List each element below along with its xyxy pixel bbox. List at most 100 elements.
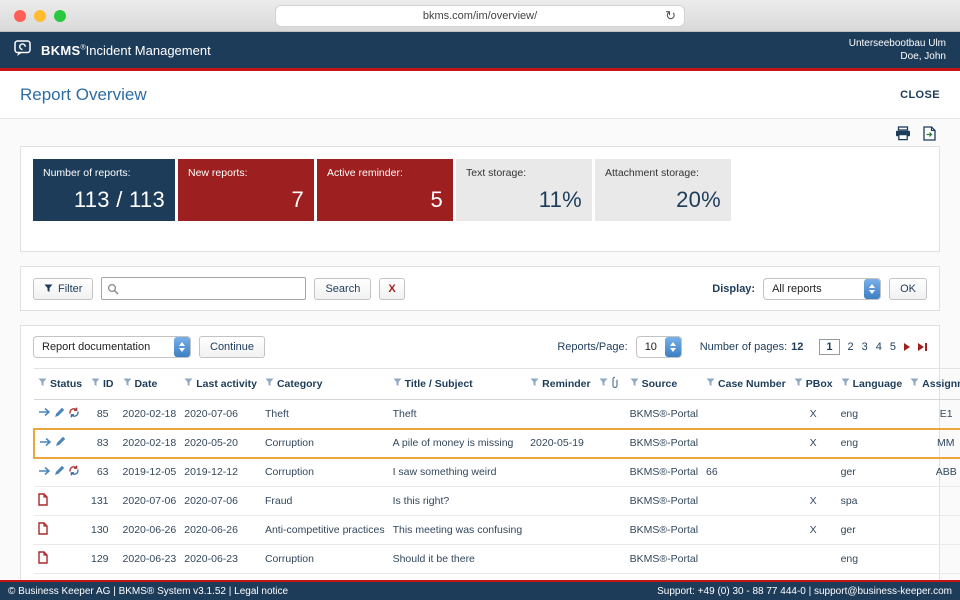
language-cell: ger [836,457,907,487]
column-header-id[interactable]: ID [87,368,119,400]
last_activity-cell: 2020-06-23 [180,544,261,574]
page-button-5[interactable]: 5 [890,341,896,353]
case_number-cell: 66 [702,457,790,487]
stat-value: 20% [676,187,721,212]
page-button-4[interactable]: 4 [876,341,882,353]
funnel-icon [630,378,639,390]
traffic-lights [14,10,66,22]
pencil-icon [55,436,66,450]
column-header-date[interactable]: Date [118,368,181,400]
brand: BKMS®Incident Management [14,40,211,60]
ok-button[interactable]: OK [889,277,927,300]
category-cell: Corruption [260,457,389,487]
funnel-icon [910,378,919,390]
reload-icon[interactable]: ↻ [665,8,676,24]
bkms-logo-icon [14,40,33,60]
date-cell: 2019-12-05 [118,457,181,487]
column-header-category[interactable]: Category [260,368,389,400]
app-header: BKMS®Incident Management Unterseebootbau… [0,32,960,68]
last_activity-cell: 2020-05-20 [180,427,261,459]
case_number-cell [702,427,790,459]
close-button[interactable]: CLOSE [900,89,940,101]
display-select[interactable]: All reports [763,277,882,300]
column-header-pbox[interactable]: PBox [789,368,837,400]
column-label-case_number: Case Number [718,378,786,391]
search-input[interactable] [101,277,307,300]
pbox-cell: X [789,515,837,545]
pbox-cell: X [789,427,837,459]
new-report-icon [38,493,48,509]
date-cell: 2020-02-18 [118,427,181,459]
stat-label: New reports: [188,167,248,179]
column-header-source[interactable]: Source [625,368,703,400]
filter-panel: Filter Search X Display: All reports OK [20,266,940,311]
source-cell: BKMS®-Portal [625,544,703,574]
id-cell: 131 [87,486,119,516]
column-header-title[interactable]: Title / Subject [388,368,527,400]
continue-button[interactable]: Continue [199,336,266,358]
browser-chrome: bkms.com/im/overview/ ↻ [0,0,960,32]
date-cell: 2020-02-18 [118,399,181,429]
filter-button-label: Filter [58,282,83,295]
brand-name: BKMS [41,42,81,58]
page-button-2[interactable]: 2 [848,341,854,353]
report-row-130[interactable]: 130 2020-06-26 2020-06-26 Anti-competitive … [34,515,960,545]
next-page-icon[interactable] [904,343,910,351]
per-page-select[interactable]: 10 [635,336,682,358]
id-cell: 129 [87,544,119,574]
report-row-131[interactable]: 131 2020-07-06 2020-07-06 Fraud Is this righ… [34,486,960,516]
display-group: Display: All reports OK [712,277,927,300]
assignment-cell [906,544,960,574]
column-header-case_number[interactable]: Case Number [702,368,790,400]
stats-panel: Number of reports: 113 / 113 New reports… [20,146,940,252]
last_activity-cell: 2020-06-26 [180,515,261,545]
window-minimize-button[interactable] [34,10,46,22]
footer-left-text[interactable]: © Business Keeper AG | BKMS® System v3.1… [8,586,288,597]
page-button-1[interactable]: 1 [819,339,840,355]
status-cell [34,515,87,545]
stat-card-attachment-storage: Attachment storage: 20% [595,159,731,221]
column-header-language[interactable]: Language [836,368,907,400]
last-page-icon[interactable] [918,343,927,351]
footer-right-text[interactable]: Support: +49 (0) 30 - 88 77 444-0 | supp… [657,586,952,597]
column-header-assignment[interactable]: Assignment [906,368,960,400]
pbox-cell [789,457,837,487]
stat-card-new-reports: New reports: 7 [178,159,314,221]
report-row-83[interactable]: 83 2020-02-18 2020-05-20 Corruption A pile o… [33,427,960,459]
attachment-cell [594,486,626,516]
column-header-status[interactable]: Status [34,368,87,400]
column-label-last_activity: Last activity [196,378,257,391]
funnel-icon [794,378,803,390]
status-cell [34,457,87,487]
table-header-row: Status ID Date Last activity Category Title /… [34,368,960,400]
column-header-last_activity[interactable]: Last activity [180,368,261,400]
funnel-icon [184,378,193,390]
sync-icon [68,407,80,421]
report-row-129[interactable]: 129 2020-06-23 2020-06-23 Corruption Should … [34,544,960,574]
page-button-3[interactable]: 3 [862,341,868,353]
id-cell: 85 [87,399,119,429]
per-page-label: Reports/Page: [557,341,628,353]
language-cell: eng [836,427,907,459]
status-cell [34,486,87,516]
window-zoom-button[interactable] [54,10,66,22]
url-bar[interactable]: bkms.com/im/overview/ ↻ [275,4,685,27]
action-select[interactable]: Report documentation [33,336,191,358]
column-label-date: Date [134,378,158,391]
user-name: Doe, John [900,51,946,62]
column-header-reminder[interactable]: Reminder [526,368,595,400]
report-row-63[interactable]: 63 2019-12-05 2019-12-12 Corruption I saw so… [34,457,960,487]
clear-search-button[interactable]: X [379,277,405,300]
column-header-attachment[interactable] [594,368,626,400]
report-row-85[interactable]: 85 2020-02-18 2020-07-06 Theft Theft BKMS®-Po… [34,399,960,429]
window-close-button[interactable] [14,10,26,22]
last_activity-cell: 2019-12-12 [180,457,261,487]
export-report-icon[interactable] [923,126,936,141]
reminder-cell [526,515,595,545]
funnel-icon [599,378,608,390]
filter-button[interactable]: Filter [33,277,94,300]
print-icon[interactable] [895,126,911,141]
case_number-cell [702,515,790,545]
stat-label: Active reminder: [327,167,403,179]
search-button[interactable]: Search [314,277,372,300]
